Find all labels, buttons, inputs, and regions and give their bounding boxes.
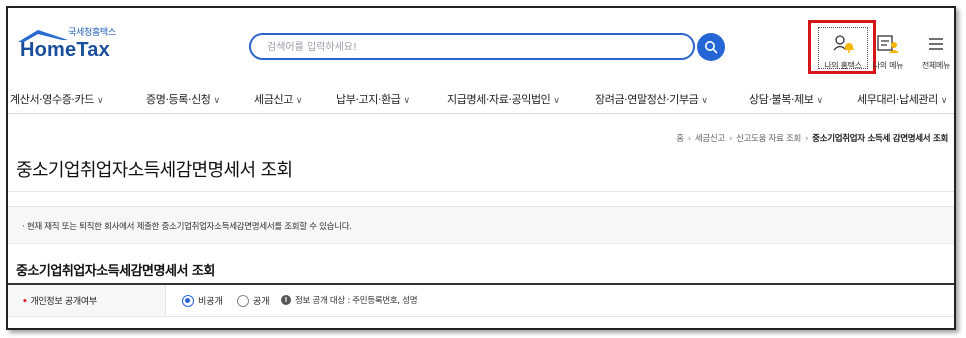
search-box bbox=[249, 33, 695, 60]
nav-item-label: 계산서·영수증·카드 bbox=[10, 93, 94, 106]
required-mark: • bbox=[22, 297, 28, 307]
nav-item-payment[interactable]: 납부·고지·환급 ∨ bbox=[336, 91, 410, 107]
chevron-down-icon: ∨ bbox=[701, 96, 708, 106]
radio-private[interactable]: 비공개 bbox=[182, 294, 223, 307]
nav-item-tax-agent[interactable]: 세무대리·납세관리 ∨ bbox=[857, 91, 947, 107]
nav-item-label: 세무대리·납세관리 bbox=[857, 93, 938, 106]
radio-private-label: 비공개 bbox=[198, 297, 223, 307]
breadcrumb: 홈 › 세금신고 › 신고도움 자료 조회 › 중소기업취업자 소득세 감면명세서 조회 bbox=[676, 132, 948, 144]
browser-frame: 국세청홈택스 HomeTax 나의 홈택스 bbox=[6, 6, 956, 330]
nav-item-label: 장려금·연말정산·기부금 bbox=[595, 93, 699, 106]
logo-subtitle: 국세청홈택스 bbox=[68, 28, 116, 38]
my-menu-icon bbox=[877, 35, 899, 53]
search-input[interactable] bbox=[267, 39, 667, 55]
chevron-down-icon: ∨ bbox=[816, 96, 824, 106]
privacy-label: • 개인정보 공개여부 bbox=[22, 294, 97, 307]
main-nav: 계산서·영수증·카드 ∨ 증명·등록·신청 ∨ 세금신고 ∨ 납부·고지·환급 ∨ 지급… bbox=[8, 82, 954, 114]
radio-private-circle[interactable] bbox=[182, 294, 194, 307]
chevron-right-icon: › bbox=[805, 134, 809, 144]
chevron-right-icon: › bbox=[687, 134, 691, 144]
my-menu-button[interactable]: 나의 메뉴 bbox=[868, 34, 908, 70]
hometax-logo[interactable]: 국세청홈택스 HomeTax bbox=[16, 22, 136, 66]
my-hometax-label: 나의 홈택스 bbox=[824, 61, 862, 70]
all-menu-button[interactable]: 전체메뉴 bbox=[916, 34, 954, 70]
notice-text: · 현재 재직 또는 퇴직한 회사에서 제출한 중소기업취업자소득세감면명세서를… bbox=[22, 222, 352, 232]
chevron-right-icon: › bbox=[728, 134, 733, 144]
chevron-down-icon: ∨ bbox=[213, 96, 221, 106]
nav-item-label: 상담·불복·제보 bbox=[749, 93, 814, 106]
search-button[interactable] bbox=[697, 33, 725, 61]
my-hometax-button[interactable]: 나의 홈택스 bbox=[815, 34, 871, 70]
breadcrumb-reference[interactable]: 신고도움 자료 조회 bbox=[736, 134, 801, 144]
privacy-row: • 개인정보 공개여부 비공개 공개 ! 정보 공개 대상 : 주민등록번호, 성… bbox=[8, 285, 954, 317]
user-bell-icon bbox=[833, 35, 854, 53]
nav-item-label: 지급명세·자료·공익법인 bbox=[447, 93, 551, 106]
breadcrumb-tax-return[interactable]: 세금신고 bbox=[695, 134, 725, 144]
nav-item-label: 증명·등록·신청 bbox=[146, 93, 211, 106]
radio-public-circle[interactable] bbox=[237, 294, 249, 307]
my-menu-label: 나의 메뉴 bbox=[872, 61, 904, 70]
chevron-down-icon: ∨ bbox=[553, 96, 560, 106]
nav-item-statements[interactable]: 지급명세·자료·공익법인 ∨ bbox=[447, 91, 560, 107]
notice-box: · 현재 재직 또는 퇴직한 회사에서 제출한 중소기업취업자소득세감면명세서를… bbox=[8, 206, 954, 244]
page-title: 중소기업취업자소득세감면명세서 조회 bbox=[16, 160, 293, 181]
nav-item-tax-return[interactable]: 세금신고 ∨ bbox=[254, 91, 302, 107]
chevron-down-icon: ∨ bbox=[96, 96, 104, 106]
breadcrumb-current: 중소기업취업자 소득세 감면명세서 조회 bbox=[812, 134, 948, 144]
section-title: 중소기업취업자소득세감면명세서 조회 bbox=[16, 264, 215, 279]
all-menu-label: 전체메뉴 bbox=[921, 61, 951, 70]
info-text: 정보 공개 대상 : 주민등록번호, 성명 bbox=[295, 296, 418, 306]
nav-item-label: 납부·고지·환급 bbox=[336, 93, 401, 106]
search-icon bbox=[705, 41, 718, 54]
privacy-label-cell: • 개인정보 공개여부 bbox=[8, 285, 166, 316]
chevron-down-icon: ∨ bbox=[295, 96, 303, 106]
privacy-label-text: 개인정보 공개여부 bbox=[30, 297, 97, 307]
divider bbox=[8, 191, 954, 192]
radio-public-label: 공개 bbox=[253, 297, 270, 307]
nav-item-incentives[interactable]: 장려금·연말정산·기부금 ∨ bbox=[595, 91, 708, 107]
nav-item-receipts[interactable]: 계산서·영수증·카드 ∨ bbox=[10, 91, 104, 107]
radio-public[interactable]: 공개 bbox=[237, 294, 270, 307]
notice-message: 현재 재직 또는 퇴직한 회사에서 제출한 중소기업취업자소득세감면명세서를 조… bbox=[26, 222, 352, 232]
chevron-down-icon: ∨ bbox=[403, 96, 411, 106]
nav-item-label: 세금신고 bbox=[254, 93, 293, 106]
nav-item-consulting[interactable]: 상담·불복·제보 ∨ bbox=[749, 91, 823, 107]
site-header: 국세청홈택스 HomeTax 나의 홈택스 bbox=[8, 8, 954, 82]
breadcrumb-home[interactable]: 홈 bbox=[676, 134, 684, 144]
chevron-down-icon: ∨ bbox=[940, 96, 948, 106]
hamburger-icon bbox=[929, 38, 943, 50]
logo-wordmark: HomeTax bbox=[20, 39, 110, 61]
info-icon: ! bbox=[281, 295, 291, 305]
nav-item-certificates[interactable]: 증명·등록·신청 ∨ bbox=[146, 91, 220, 107]
